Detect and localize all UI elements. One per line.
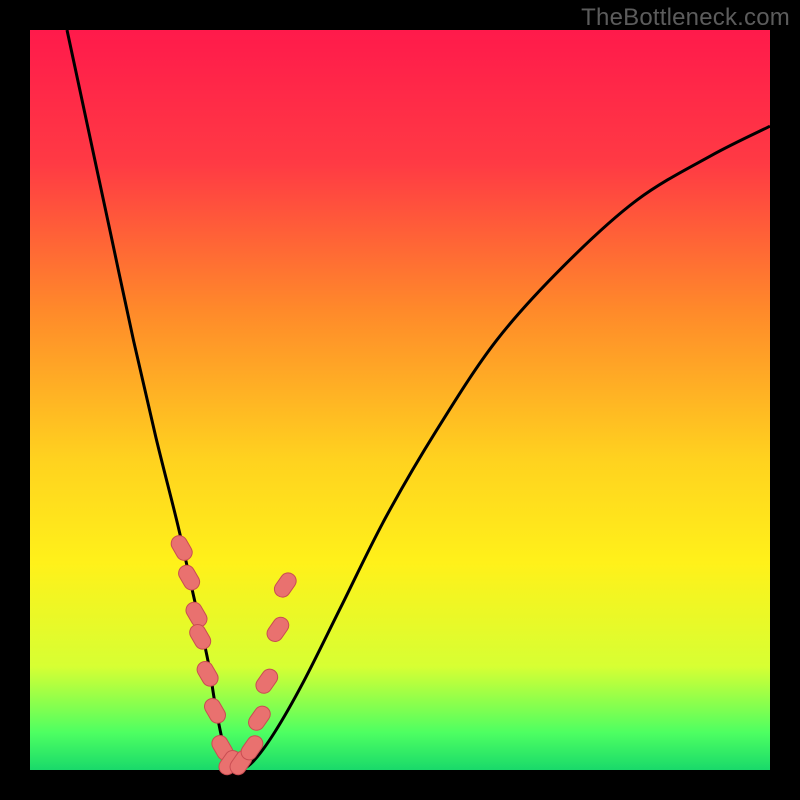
curve-marker [202,696,229,727]
bottleneck-curve-svg [30,30,770,770]
curve-marker [168,533,195,564]
bottleneck-curve [67,30,770,770]
curve-marker [194,659,221,690]
curve-marker [271,570,299,600]
curve-marker [176,562,203,593]
watermark-text: TheBottleneck.com [581,4,790,32]
plot-area [30,30,770,770]
curve-marker [253,666,281,696]
chart-frame: TheBottleneck.com [0,0,800,800]
curve-marker [264,614,292,644]
curve-marker [245,703,273,733]
curve-marker [187,622,214,653]
